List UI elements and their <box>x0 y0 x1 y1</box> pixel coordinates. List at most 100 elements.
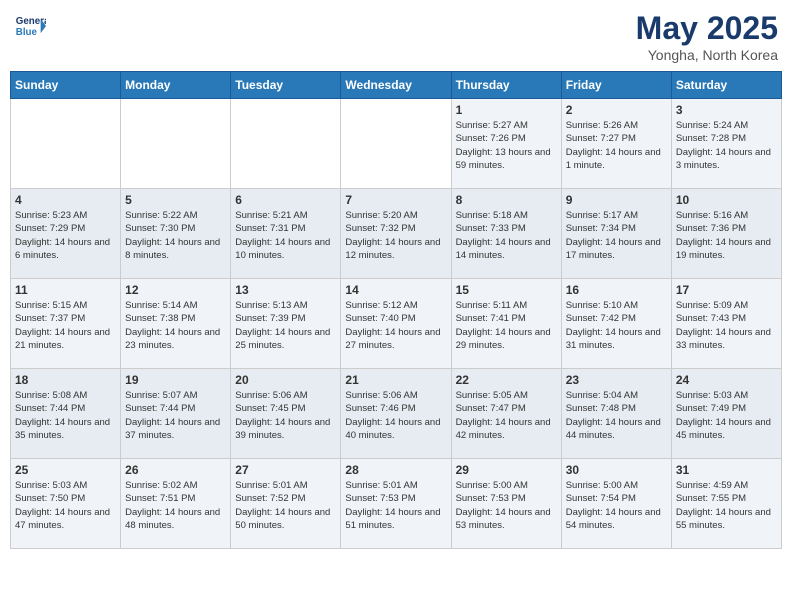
calendar-cell: 13Sunrise: 5:13 AM Sunset: 7:39 PM Dayli… <box>231 279 341 369</box>
calendar-cell <box>231 99 341 189</box>
day-number: 5 <box>125 193 226 207</box>
page-title: May 2025 <box>636 10 778 47</box>
day-number: 25 <box>15 463 116 477</box>
day-info: Sunrise: 4:59 AM Sunset: 7:55 PM Dayligh… <box>676 479 777 532</box>
day-info: Sunrise: 5:01 AM Sunset: 7:52 PM Dayligh… <box>235 479 336 532</box>
day-info: Sunrise: 5:00 AM Sunset: 7:54 PM Dayligh… <box>566 479 667 532</box>
calendar-cell: 24 Sunrise: 5:03 AM Sunset: 7:49 PM Dayli… <box>671 369 781 459</box>
calendar-cell: 19 Sunrise: 5:07 AM Sunset: 7:44 PM Dayli… <box>121 369 231 459</box>
day-info: Sunrise: 5:06 AM Sunset: 7:45 PM Dayligh… <box>235 389 336 442</box>
calendar-cell: 30 Sunrise: 5:00 AM Sunset: 7:54 PM Dayli… <box>561 459 671 549</box>
day-number: 2 <box>566 103 667 117</box>
day-number: 20 <box>235 373 336 387</box>
calendar-body: 1 Sunrise: 5:27 AM Sunset: 7:26 PM Daylig… <box>11 99 782 549</box>
day-info: Sunrise: 5:05 AM Sunset: 7:47 PM Dayligh… <box>456 389 557 442</box>
calendar-cell: 29Sunrise: 5:00 AM Sunset: 7:53 PM Dayli… <box>451 459 561 549</box>
day-info: Sunrise: 5:14 AM Sunset: 7:38 PM Dayligh… <box>125 299 226 352</box>
day-number: 28 <box>345 463 446 477</box>
day-number: 23 <box>566 373 667 387</box>
calendar-week-row: 18 Sunrise: 5:08 AM Sunset: 7:44 PM Dayli… <box>11 369 782 459</box>
calendar-cell: 23Sunrise: 5:04 AM Sunset: 7:48 PM Dayli… <box>561 369 671 459</box>
day-info: Sunrise: 5:08 AM Sunset: 7:44 PM Dayligh… <box>15 389 116 442</box>
day-info: Sunrise: 5:03 AM Sunset: 7:49 PM Dayligh… <box>676 389 777 442</box>
calendar-cell: 9 Sunrise: 5:17 AM Sunset: 7:34 PM Daylig… <box>561 189 671 279</box>
day-number: 12 <box>125 283 226 297</box>
day-number: 10 <box>676 193 777 207</box>
day-of-week-header: Sunday <box>11 72 121 99</box>
day-number: 31 <box>676 463 777 477</box>
day-info: Sunrise: 5:21 AM Sunset: 7:31 PM Dayligh… <box>235 209 336 262</box>
day-number: 21 <box>345 373 446 387</box>
calendar-cell: 27 Sunrise: 5:01 AM Sunset: 7:52 PM Dayli… <box>231 459 341 549</box>
calendar-cell: 28 Sunrise: 5:01 AM Sunset: 7:53 PM Dayli… <box>341 459 451 549</box>
day-of-week-header: Wednesday <box>341 72 451 99</box>
day-info: Sunrise: 5:11 AM Sunset: 7:41 PM Dayligh… <box>456 299 557 352</box>
logo-icon: General Blue <box>14 10 46 42</box>
calendar-cell: 16 Sunrise: 5:10 AM Sunset: 7:42 PM Dayli… <box>561 279 671 369</box>
calendar-cell: 14 Sunrise: 5:12 AM Sunset: 7:40 PM Dayli… <box>341 279 451 369</box>
day-of-week-header: Tuesday <box>231 72 341 99</box>
calendar-cell: 5 Sunrise: 5:22 AM Sunset: 7:30 PM Daylig… <box>121 189 231 279</box>
day-number: 30 <box>566 463 667 477</box>
calendar-cell <box>11 99 121 189</box>
calendar-cell: 1 Sunrise: 5:27 AM Sunset: 7:26 PM Daylig… <box>451 99 561 189</box>
calendar-cell: 18 Sunrise: 5:08 AM Sunset: 7:44 PM Dayli… <box>11 369 121 459</box>
logo: General Blue <box>14 10 46 42</box>
day-number: 14 <box>345 283 446 297</box>
day-info: Sunrise: 5:10 AM Sunset: 7:42 PM Dayligh… <box>566 299 667 352</box>
calendar-week-row: 1 Sunrise: 5:27 AM Sunset: 7:26 PM Daylig… <box>11 99 782 189</box>
day-info: Sunrise: 5:27 AM Sunset: 7:26 PM Dayligh… <box>456 119 557 172</box>
day-info: Sunrise: 5:06 AM Sunset: 7:46 PM Dayligh… <box>345 389 446 442</box>
calendar-cell: 22 Sunrise: 5:05 AM Sunset: 7:47 PM Dayli… <box>451 369 561 459</box>
calendar-cell: 10Sunrise: 5:16 AM Sunset: 7:36 PM Dayli… <box>671 189 781 279</box>
day-info: Sunrise: 5:15 AM Sunset: 7:37 PM Dayligh… <box>15 299 116 352</box>
day-number: 27 <box>235 463 336 477</box>
day-number: 18 <box>15 373 116 387</box>
day-info: Sunrise: 5:07 AM Sunset: 7:44 PM Dayligh… <box>125 389 226 442</box>
calendar-cell: 25 Sunrise: 5:03 AM Sunset: 7:50 PM Dayli… <box>11 459 121 549</box>
day-number: 17 <box>676 283 777 297</box>
day-info: Sunrise: 5:02 AM Sunset: 7:51 PM Dayligh… <box>125 479 226 532</box>
calendar-cell: 21 Sunrise: 5:06 AM Sunset: 7:46 PM Dayli… <box>341 369 451 459</box>
day-number: 15 <box>456 283 557 297</box>
calendar-cell: 26Sunrise: 5:02 AM Sunset: 7:51 PM Dayli… <box>121 459 231 549</box>
day-info: Sunrise: 5:00 AM Sunset: 7:53 PM Dayligh… <box>456 479 557 532</box>
calendar-cell: 31 Sunrise: 4:59 AM Sunset: 7:55 PM Dayli… <box>671 459 781 549</box>
calendar-cell: 3Sunrise: 5:24 AM Sunset: 7:28 PM Daylig… <box>671 99 781 189</box>
day-info: Sunrise: 5:13 AM Sunset: 7:39 PM Dayligh… <box>235 299 336 352</box>
day-number: 19 <box>125 373 226 387</box>
calendar-cell: 17Sunrise: 5:09 AM Sunset: 7:43 PM Dayli… <box>671 279 781 369</box>
calendar-cell: 15 Sunrise: 5:11 AM Sunset: 7:41 PM Dayli… <box>451 279 561 369</box>
calendar-cell <box>341 99 451 189</box>
calendar-cell: 6 Sunrise: 5:21 AM Sunset: 7:31 PM Daylig… <box>231 189 341 279</box>
day-number: 1 <box>456 103 557 117</box>
title-area: May 2025 Yongha, North Korea <box>636 10 778 63</box>
day-info: Sunrise: 5:17 AM Sunset: 7:34 PM Dayligh… <box>566 209 667 262</box>
day-info: Sunrise: 5:12 AM Sunset: 7:40 PM Dayligh… <box>345 299 446 352</box>
day-number: 22 <box>456 373 557 387</box>
calendar-cell: 12 Sunrise: 5:14 AM Sunset: 7:38 PM Dayli… <box>121 279 231 369</box>
day-of-week-header: Friday <box>561 72 671 99</box>
calendar-cell: 11 Sunrise: 5:15 AM Sunset: 7:37 PM Dayli… <box>11 279 121 369</box>
day-number: 24 <box>676 373 777 387</box>
calendar-cell: 4Sunrise: 5:23 AM Sunset: 7:29 PM Daylig… <box>11 189 121 279</box>
day-number: 6 <box>235 193 336 207</box>
day-number: 9 <box>566 193 667 207</box>
day-of-week-header: Thursday <box>451 72 561 99</box>
calendar-header-row: SundayMondayTuesdayWednesdayThursdayFrid… <box>11 72 782 99</box>
day-info: Sunrise: 5:20 AM Sunset: 7:32 PM Dayligh… <box>345 209 446 262</box>
day-info: Sunrise: 5:01 AM Sunset: 7:53 PM Dayligh… <box>345 479 446 532</box>
day-number: 16 <box>566 283 667 297</box>
day-info: Sunrise: 5:22 AM Sunset: 7:30 PM Dayligh… <box>125 209 226 262</box>
day-info: Sunrise: 5:23 AM Sunset: 7:29 PM Dayligh… <box>15 209 116 262</box>
calendar-week-row: 11 Sunrise: 5:15 AM Sunset: 7:37 PM Dayli… <box>11 279 782 369</box>
calendar-table: SundayMondayTuesdayWednesdayThursdayFrid… <box>10 71 782 549</box>
page-header: General Blue May 2025 Yongha, North Kore… <box>10 10 782 63</box>
day-number: 11 <box>15 283 116 297</box>
day-info: Sunrise: 5:24 AM Sunset: 7:28 PM Dayligh… <box>676 119 777 172</box>
day-number: 7 <box>345 193 446 207</box>
calendar-week-row: 4Sunrise: 5:23 AM Sunset: 7:29 PM Daylig… <box>11 189 782 279</box>
day-info: Sunrise: 5:03 AM Sunset: 7:50 PM Dayligh… <box>15 479 116 532</box>
page-subtitle: Yongha, North Korea <box>636 47 778 63</box>
svg-text:Blue: Blue <box>16 27 38 38</box>
